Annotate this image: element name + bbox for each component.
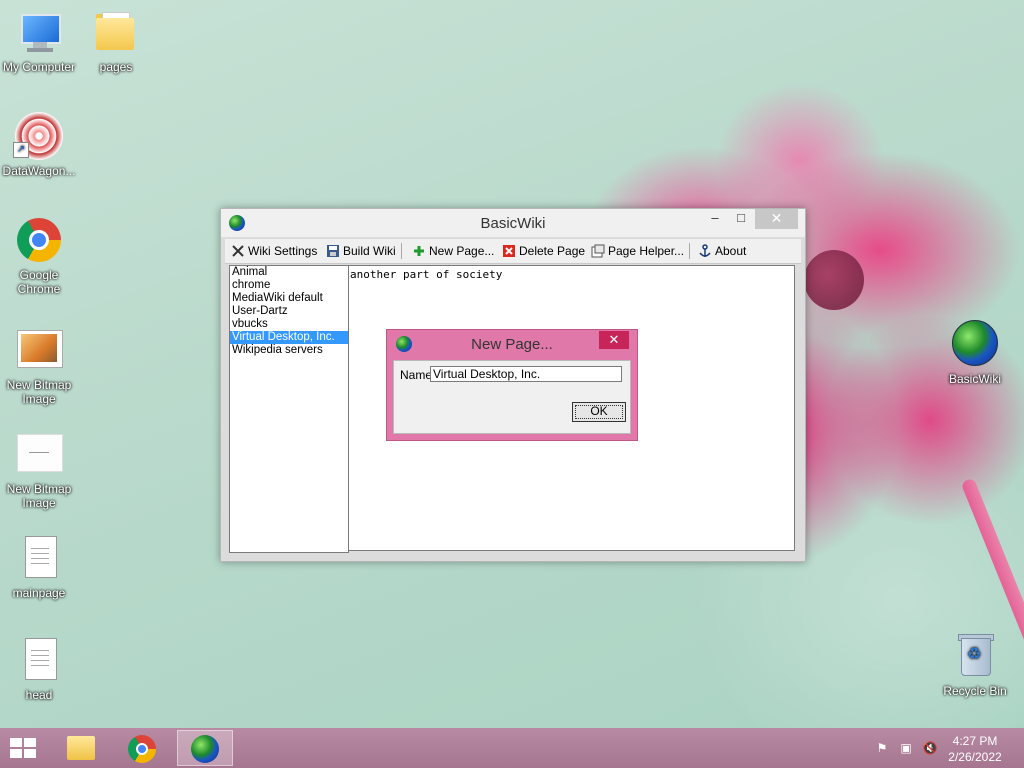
wiki-settings-label: Wiki Settings — [248, 244, 318, 258]
desktop-icon-label: DataWagon... — [2, 164, 76, 178]
desktop-icon-label: Recycle Bin — [943, 684, 1007, 698]
network-icon[interactable]: ▣ — [898, 741, 914, 755]
desktop-icon-new-bitmap-2[interactable]: New Bitmap Image — [1, 430, 77, 510]
dialog-body: Name OK — [393, 360, 631, 434]
page-list-item[interactable]: chrome — [230, 279, 348, 292]
name-label: Name — [400, 368, 433, 382]
minimize-button[interactable]: – — [702, 209, 728, 229]
desktop-icon-label: New Bitmap Image — [6, 378, 72, 406]
build-wiki-button[interactable]: Build Wiki — [326, 242, 396, 260]
anchor-icon — [699, 244, 711, 257]
desktop-icon-pages[interactable]: pages — [78, 8, 154, 74]
desktop-icon-mainpage[interactable]: mainpage — [1, 534, 77, 600]
delete-page-button[interactable]: Delete Page — [502, 242, 585, 260]
toolbar-separator — [689, 243, 690, 259]
wallpaper-stem — [960, 477, 1024, 761]
desktop-icon-recycle-bin[interactable]: ♻ Recycle Bin — [937, 632, 1013, 698]
folder-icon — [92, 8, 140, 56]
desktop-icon-datawagon[interactable]: ↗ DataWagon... — [1, 112, 77, 178]
desktop-icon-label: BasicWiki — [948, 372, 1001, 386]
folder-icon — [67, 736, 95, 760]
chrome-icon — [17, 218, 61, 262]
desktop-icon-label: mainpage — [12, 586, 66, 600]
page-list-item[interactable]: Wikipedia servers — [230, 344, 348, 357]
dialog-close-button[interactable]: ✕ — [599, 331, 629, 349]
page-helper-label: Page Helper... — [608, 244, 685, 258]
desktop-icon-new-bitmap-1[interactable]: New Bitmap Image — [1, 326, 77, 406]
globe-icon — [952, 320, 998, 366]
taskbar-clock[interactable]: 4:27 PM 2/26/2022 — [940, 733, 1010, 765]
windows-logo-icon — [10, 738, 22, 747]
ok-button[interactable]: OK — [572, 402, 626, 422]
build-wiki-label: Build Wiki — [343, 244, 396, 258]
taskbar: ⚑ ▣ 🔇 4:27 PM 2/26/2022 — [0, 728, 1024, 768]
close-button[interactable]: ✕ — [755, 209, 798, 229]
page-list[interactable]: Animal chrome MediaWiki default User-Dar… — [229, 265, 349, 553]
taskbar-file-explorer[interactable] — [53, 730, 109, 766]
page-list-item[interactable]: Animal — [230, 266, 348, 279]
document-icon — [15, 636, 63, 684]
window-titlebar[interactable]: BasicWiki – □ ✕ — [221, 209, 805, 237]
desktop-icon-label: head — [25, 688, 53, 702]
desktop-icon-my-computer[interactable]: My Computer — [1, 8, 77, 74]
maximize-button[interactable]: □ — [728, 209, 754, 229]
page-list-item[interactable]: vbucks — [230, 318, 348, 331]
document-icon — [15, 534, 63, 582]
datawagon-icon: ↗ — [13, 112, 63, 160]
computer-icon — [15, 8, 63, 56]
desktop-icon-label: pages — [99, 60, 133, 74]
desktop-icon-label: Google Chrome — [17, 268, 61, 296]
new-page-button[interactable]: New Page... — [412, 242, 494, 260]
bitmap-icon — [15, 430, 63, 478]
clock-date: 2/26/2022 — [948, 750, 1002, 764]
page-helper-button[interactable]: Page Helper... — [591, 242, 684, 260]
desktop-icon-label: New Bitmap Image — [6, 482, 72, 510]
delete-page-label: Delete Page — [519, 244, 586, 258]
desktop-icon-google-chrome[interactable]: Google Chrome — [1, 216, 77, 296]
desktop-icon-label: My Computer — [2, 60, 76, 74]
about-button[interactable]: About — [698, 242, 746, 260]
toolbar: Wiki Settings Build Wiki New Page... Del… — [225, 239, 801, 264]
tools-icon — [232, 245, 244, 257]
recycle-bin-icon: ♻ — [951, 632, 999, 680]
bitmap-icon — [15, 326, 63, 374]
about-label: About — [715, 244, 747, 258]
chrome-icon — [128, 735, 156, 763]
wiki-settings-button[interactable]: Wiki Settings — [231, 242, 317, 260]
delete-x-icon — [503, 245, 515, 257]
new-page-dialog: New Page... ✕ Name OK — [386, 329, 638, 441]
page-helper-icon — [591, 244, 605, 258]
globe-icon — [191, 735, 219, 763]
page-list-item-selected[interactable]: Virtual Desktop, Inc. — [230, 331, 348, 344]
taskbar-chrome[interactable] — [115, 730, 171, 766]
plus-icon — [414, 246, 424, 256]
new-page-label: New Page... — [429, 244, 495, 258]
action-center-flag-icon[interactable]: ⚑ — [874, 741, 890, 755]
desktop-icon-head[interactable]: head — [1, 636, 77, 702]
page-list-item[interactable]: MediaWiki default — [230, 292, 348, 305]
taskbar-basicwiki[interactable] — [177, 730, 233, 766]
toolbar-separator — [401, 243, 402, 259]
floppy-save-icon — [327, 245, 339, 257]
desktop-icon-basicwiki[interactable]: BasicWiki — [937, 318, 1013, 386]
start-button[interactable] — [10, 738, 38, 760]
page-list-item[interactable]: User-Dartz — [230, 305, 348, 318]
wallpaper-flower — [804, 250, 864, 310]
clock-time: 4:27 PM — [952, 734, 998, 748]
name-input[interactable] — [430, 366, 622, 382]
volume-muted-icon[interactable]: 🔇 — [922, 741, 938, 755]
